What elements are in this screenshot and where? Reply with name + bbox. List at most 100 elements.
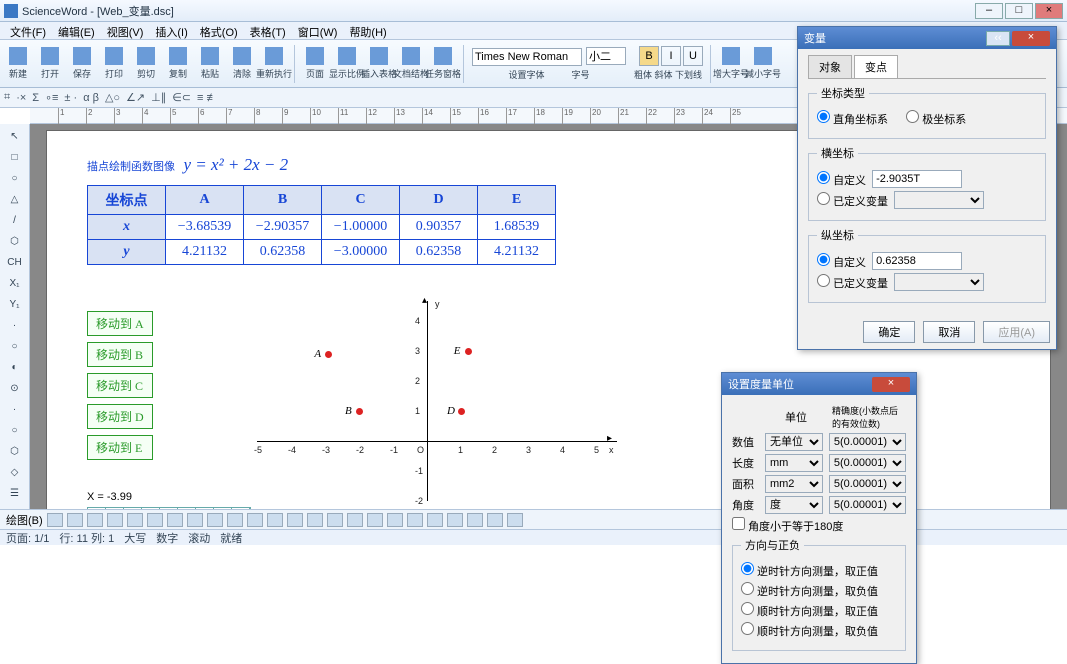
tool-icon[interactable]: ⊙ (6, 380, 24, 398)
menu-item[interactable]: 格式(O) (194, 22, 244, 39)
bottom-tool[interactable] (427, 513, 443, 527)
formula-symbol[interactable]: ⊥∥ (151, 91, 166, 104)
formula-symbol[interactable]: ∠↗ (126, 91, 145, 104)
variable-dialog[interactable]: 变量 ‹‹ × 对象 变点 坐标类型 直角坐标系 极坐标系 横坐标 自定义 已定… (797, 26, 1057, 350)
bottom-tool[interactable] (487, 513, 503, 527)
dlg-var-min[interactable]: ‹‹ (986, 31, 1010, 46)
prec-select[interactable]: 5(0.00001) (829, 475, 906, 493)
bottom-tool[interactable] (367, 513, 383, 527)
move-button[interactable]: 移动到 B (87, 342, 153, 367)
unit-select[interactable]: 无单位 (765, 433, 823, 451)
粗体[interactable]: B (639, 46, 659, 66)
formula-symbol[interactable]: △○ (105, 91, 120, 104)
formula-symbol[interactable]: ·× (16, 92, 26, 104)
close-button[interactable]: × (1035, 3, 1063, 19)
toolbar-粘贴[interactable]: 粘贴 (196, 43, 224, 85)
unit-dialog[interactable]: 设置度量单位 × 单位精确度(小数点后的有效位数) 数值无单位5(0.00001… (721, 372, 917, 664)
bottom-tool[interactable] (127, 513, 143, 527)
tool-icon[interactable]: ◇ (6, 464, 24, 482)
radio-polar[interactable]: 极坐标系 (906, 110, 966, 127)
toolbar-增大字号[interactable]: 增大字号 (717, 43, 745, 85)
bottom-tool[interactable] (227, 513, 243, 527)
bottom-tool[interactable] (47, 513, 63, 527)
menu-item[interactable]: 视图(V) (101, 22, 150, 39)
bottom-tool[interactable] (467, 513, 483, 527)
h-defined-select[interactable] (894, 191, 984, 209)
bottom-tool[interactable] (347, 513, 363, 527)
menu-item[interactable]: 文件(F) (4, 22, 52, 39)
bottom-tool[interactable] (247, 513, 263, 527)
斜体[interactable]: I (661, 46, 681, 66)
tool-icon[interactable]: △ (6, 191, 24, 209)
dlg-unit-close[interactable]: × (872, 377, 910, 392)
tool-icon[interactable]: · (6, 401, 24, 419)
bottom-tool[interactable] (187, 513, 203, 527)
maximize-button[interactable]: □ (1005, 3, 1033, 19)
unit-select[interactable]: mm (765, 454, 823, 472)
下划线[interactable]: U (683, 46, 703, 66)
toolbar-剪切[interactable]: 剪切 (132, 43, 160, 85)
bottom-tool[interactable] (87, 513, 103, 527)
dlg-var-close[interactable]: × (1012, 31, 1050, 46)
h-custom-input[interactable] (872, 170, 962, 188)
bottom-tool[interactable] (207, 513, 223, 527)
v-defined-select[interactable] (894, 273, 984, 291)
dir-opt[interactable]: 逆时针方向测量，取正值 (741, 562, 878, 579)
tool-icon[interactable]: ↖ (6, 128, 24, 146)
minimize-button[interactable]: – (975, 3, 1003, 19)
bottom-tool[interactable] (287, 513, 303, 527)
toolbar-保存[interactable]: 保存 (68, 43, 96, 85)
bottom-tab[interactable]: 绘图(B) (6, 512, 43, 528)
dir-opt[interactable]: 顺时针方向测量，取正值 (741, 602, 878, 619)
bottom-tool[interactable] (307, 513, 323, 527)
cancel-button[interactable]: 取消 (923, 321, 975, 343)
prec-select[interactable]: 5(0.00001) (829, 454, 906, 472)
prec-select[interactable]: 5(0.00001) (829, 433, 906, 451)
unit-select[interactable]: mm2 (765, 475, 823, 493)
formula-symbol[interactable]: α β (83, 92, 99, 104)
toolbar-新建[interactable]: 新建 (4, 43, 32, 85)
tool-icon[interactable]: ⬡ (6, 233, 24, 251)
toolbar-文档结构[interactable]: 文档结构 (397, 43, 425, 85)
move-button[interactable]: 移动到 C (87, 373, 153, 398)
formula-symbol[interactable]: ≡ ≢ (197, 92, 217, 104)
bottom-tool[interactable] (147, 513, 163, 527)
menu-item[interactable]: 窗口(W) (292, 22, 344, 39)
toolbar-显示比例[interactable]: 显示比例 (333, 43, 361, 85)
tool-icon[interactable]: Y₁ (6, 296, 24, 314)
bottom-tool[interactable] (267, 513, 283, 527)
menu-item[interactable]: 插入(I) (149, 22, 193, 39)
ok-button[interactable]: 确定 (863, 321, 915, 343)
move-button[interactable]: 移动到 A (87, 311, 153, 336)
tool-icon[interactable]: ◐ (6, 359, 24, 377)
formula-symbol[interactable]: Σ (32, 92, 39, 104)
toolbar-打开[interactable]: 打开 (36, 43, 64, 85)
v-custom-input[interactable] (872, 252, 962, 270)
bottom-tool[interactable] (67, 513, 83, 527)
tool-icon[interactable]: ⬡ (6, 443, 24, 461)
toolbar-插入表格[interactable]: 插入表格 (365, 43, 393, 85)
tool-icon[interactable]: / (6, 212, 24, 230)
toolbar-页面[interactable]: 页面 (301, 43, 329, 85)
toolbar-打印[interactable]: 打印 (100, 43, 128, 85)
toolbar-重新执行[interactable]: 重新执行 (260, 43, 288, 85)
tab-varpoint[interactable]: 变点 (854, 55, 898, 78)
tool-icon[interactable]: ○ (6, 338, 24, 356)
toolbar-任务窗格[interactable]: 任务窗格 (429, 43, 457, 85)
tool-icon[interactable]: □ (6, 149, 24, 167)
bottom-tool[interactable] (107, 513, 123, 527)
tool-icon[interactable]: · (6, 317, 24, 335)
bottom-tool[interactable] (327, 513, 343, 527)
tool-icon[interactable]: CH (6, 254, 24, 272)
tool-icon[interactable]: ○ (6, 422, 24, 440)
unit-select[interactable]: 度 (765, 496, 823, 514)
formula-symbol[interactable]: ∈⊂ (172, 91, 191, 104)
font-select[interactable] (472, 48, 582, 66)
size-select[interactable] (586, 47, 626, 65)
bottom-tool[interactable] (167, 513, 183, 527)
bottom-tool[interactable] (387, 513, 403, 527)
dir-opt[interactable]: 顺时针方向测量，取负值 (741, 622, 878, 639)
menu-item[interactable]: 编辑(E) (52, 22, 101, 39)
tool-icon[interactable]: ○ (6, 170, 24, 188)
dir-opt[interactable]: 逆时针方向测量，取负值 (741, 582, 878, 599)
